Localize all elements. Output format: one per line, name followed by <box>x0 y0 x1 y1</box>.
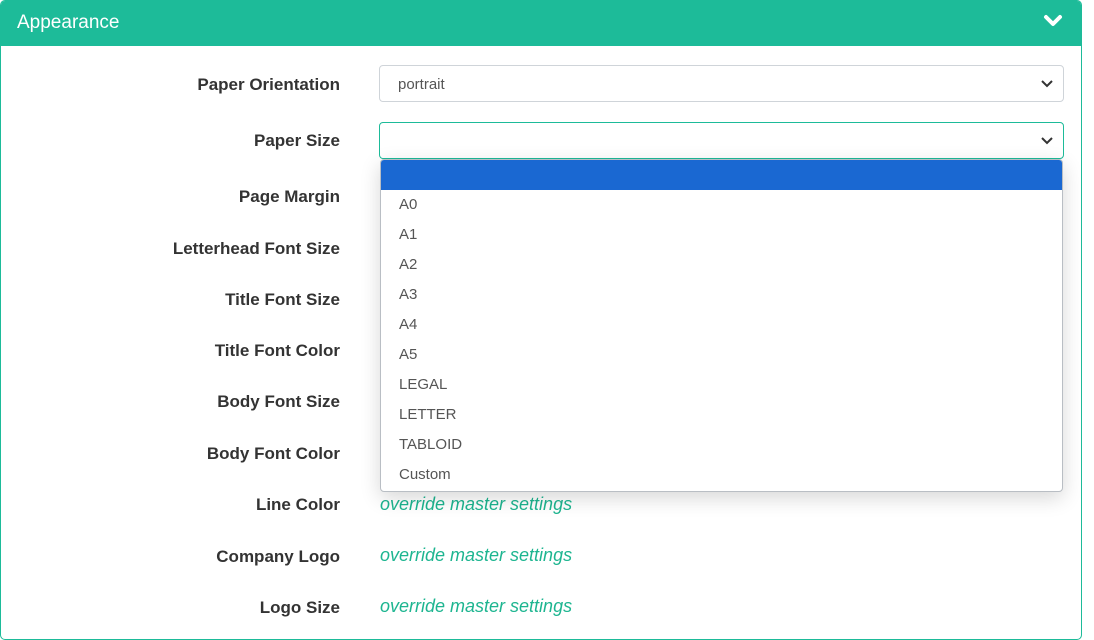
paper-size-option-a2[interactable]: A2 <box>381 250 1062 280</box>
letterhead-font-size-label: Letterhead Font Size <box>172 239 340 258</box>
title-font-size-label: Title Font Size <box>225 290 340 309</box>
line-color-label: Line Color <box>255 495 340 514</box>
panel-title: Appearance <box>17 12 120 33</box>
chevron-down-icon[interactable] <box>1043 13 1063 29</box>
paper-size-option-a5[interactable]: A5 <box>381 340 1062 370</box>
paper-size-option-custom[interactable]: Custom <box>381 460 1062 490</box>
paper-size-option-a4[interactable]: A4 <box>381 310 1062 340</box>
paper-orientation-select[interactable]: portrait <box>379 65 1064 102</box>
panel-header[interactable]: Appearance <box>1 1 1081 46</box>
page-margin-label: Page Margin <box>238 187 340 206</box>
paper-size-option-legal[interactable]: LEGAL <box>381 370 1062 400</box>
paper-size-option-blank[interactable] <box>381 160 1062 190</box>
paper-size-option-a1[interactable]: A1 <box>381 220 1062 250</box>
company-logo-override-link[interactable]: override master settings <box>380 545 572 566</box>
chevron-down-icon <box>1041 137 1053 145</box>
chevron-down-icon <box>1041 80 1053 88</box>
paper-size-option-tabloid[interactable]: TABLOID <box>381 430 1062 460</box>
logo-size-label: Logo Size <box>259 598 340 617</box>
body-font-color-label: Body Font Color <box>206 444 340 463</box>
paper-size-select[interactable] <box>379 122 1064 159</box>
line-color-override-link[interactable]: override master settings <box>380 494 572 515</box>
appearance-panel: Appearance Paper Orientation Paper Size … <box>0 0 1082 640</box>
logo-size-override-link[interactable]: override master settings <box>380 596 572 617</box>
company-logo-label: Company Logo <box>216 547 340 566</box>
paper-size-dropdown: A0 A1 A2 A3 A4 A5 LEGAL LETTER TABLOID C… <box>380 159 1063 492</box>
title-font-color-label: Title Font Color <box>214 341 340 360</box>
paper-size-option-letter[interactable]: LETTER <box>381 400 1062 430</box>
paper-orientation-value: portrait <box>398 76 445 93</box>
paper-size-label: Paper Size <box>254 131 340 150</box>
body-font-size-label: Body Font Size <box>217 392 340 411</box>
paper-orientation-label: Paper Orientation <box>197 75 340 94</box>
paper-size-option-a0[interactable]: A0 <box>381 190 1062 220</box>
paper-size-option-a3[interactable]: A3 <box>381 280 1062 310</box>
